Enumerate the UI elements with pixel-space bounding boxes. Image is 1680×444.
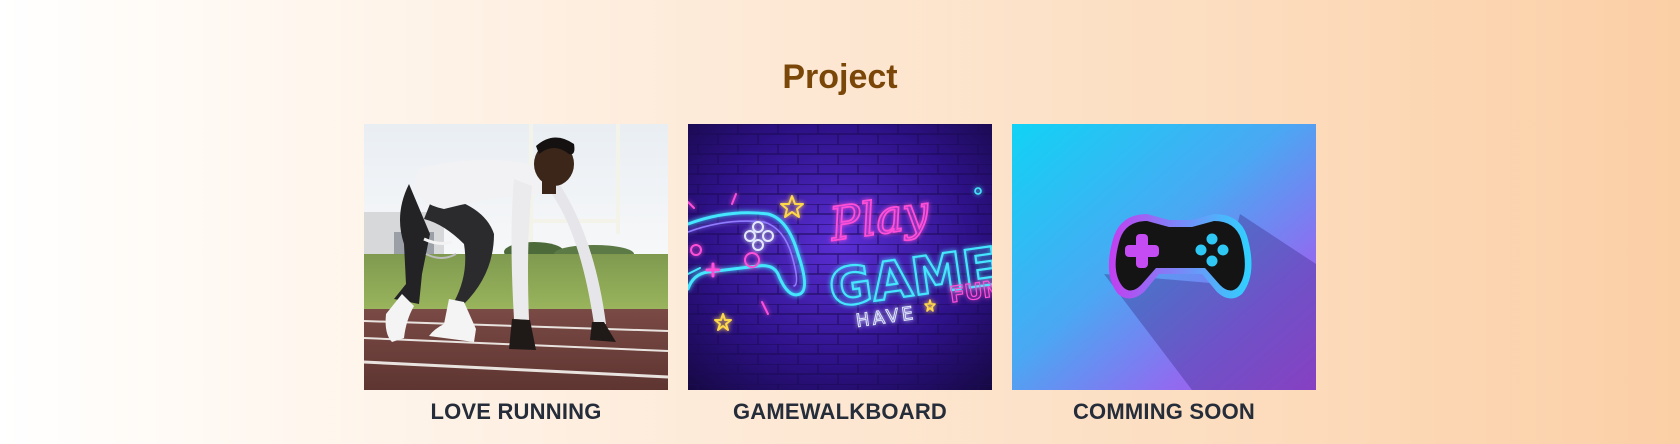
project-label[interactable]: GAMEWALKBOARD [688,399,992,425]
project-label[interactable]: LOVE RUNNING [364,399,668,425]
project-grid: LOVE RUNNING Play GAMES HAVE FUN GAMEWAL… [364,124,1316,425]
gamepad-image[interactable] [1012,124,1316,390]
project-card-gamewalkboard[interactable]: Play GAMES HAVE FUN GAMEWALKBOARD [688,124,992,425]
neon-play-games-sign[interactable]: Play GAMES HAVE FUN [688,124,992,390]
section-title: Project [782,58,898,96]
project-card-comming-soon[interactable]: COMMING SOON [1012,124,1316,425]
project-label[interactable]: COMMING SOON [1012,399,1316,425]
runner-photo[interactable] [364,124,668,390]
project-card-love-running[interactable]: LOVE RUNNING [364,124,668,425]
